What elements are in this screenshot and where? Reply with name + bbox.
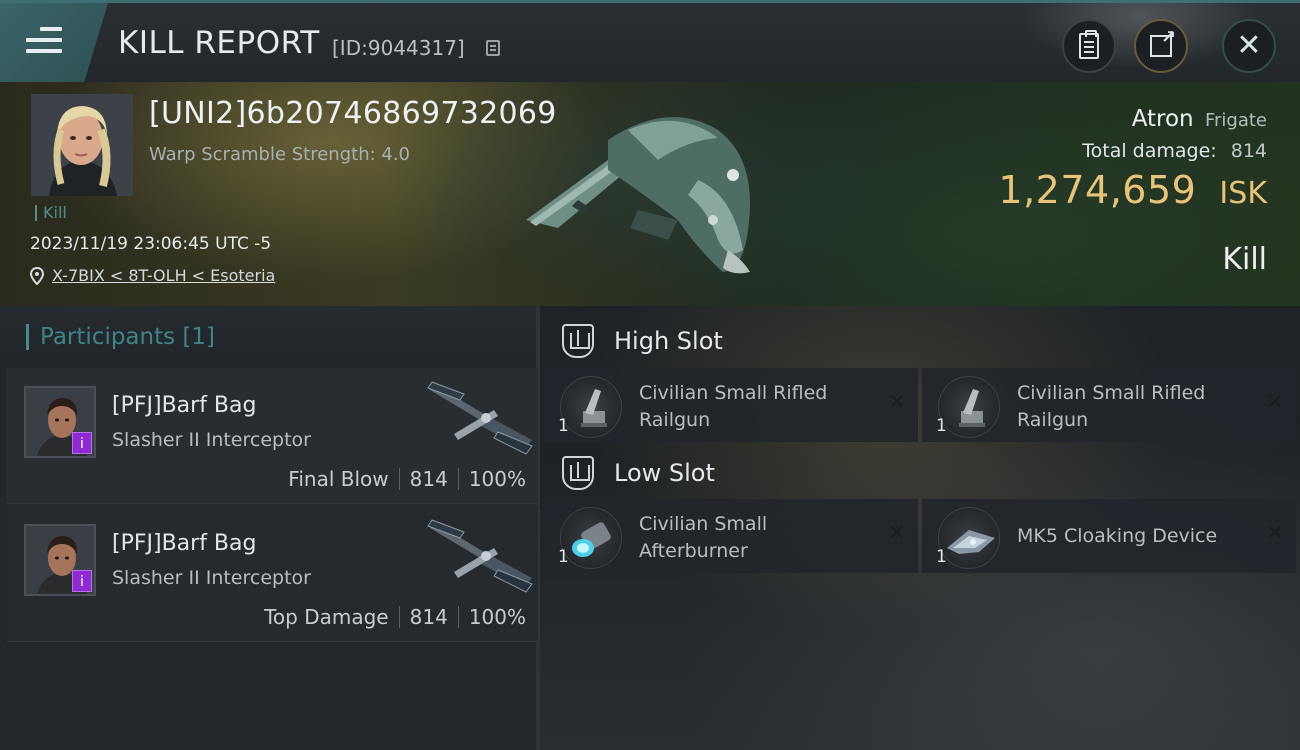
module-quantity: 1 [558, 547, 569, 567]
module-item[interactable]: 1 MK5 Cloaking Device ✕ [922, 499, 1296, 573]
module-item[interactable]: 1 Civilian Small Rifled Railgun ✕ [922, 368, 1296, 442]
high-slot-header: High Slot [544, 310, 1300, 372]
low-slot-label: Low Slot [614, 459, 715, 487]
victim-ship-class: Frigate [1204, 110, 1267, 131]
menu-button[interactable] [0, 3, 108, 82]
participant-stats: Final Blow 814 100% [288, 467, 526, 491]
participant-ship: Slasher II Interceptor [112, 429, 311, 451]
victim-ship-info: Atron Frigate Total damage: 814 1,274,65… [998, 106, 1267, 212]
close-icon: ✕ [1236, 28, 1262, 63]
close-button[interactable]: ✕ [1222, 19, 1276, 73]
total-damage-label: Total damage: [1082, 140, 1217, 162]
warp-scramble-strength: Warp Scramble Strength: 4.0 [149, 144, 411, 165]
copy-icon[interactable] [486, 40, 500, 56]
victim-name[interactable]: [UNI2]6b20746869732069 [149, 96, 557, 131]
low-slot-icon [562, 456, 594, 490]
kill-result: Kill [1222, 242, 1267, 277]
share-icon [1150, 27, 1176, 57]
participant-ship-image[interactable] [424, 512, 536, 596]
module-item[interactable]: 1 Civilian Small Afterburner ✕ [544, 499, 918, 573]
participant-ship-image[interactable] [424, 374, 536, 458]
low-slot-header: Low Slot [544, 442, 1300, 504]
total-damage-value: 814 [1230, 140, 1267, 162]
kill-datetime: 2023/11/19 23:06:45 UTC -5 [30, 234, 272, 254]
security-status-badge: i [72, 432, 92, 454]
module-quantity: 1 [558, 416, 569, 436]
railgun-icon [560, 376, 622, 438]
module-name: Civilian Small Rifled Railgun [1017, 382, 1206, 431]
participant-name[interactable]: [PFJ]Barf Bag [112, 393, 256, 418]
high-slot-label: High Slot [614, 327, 723, 355]
railgun-icon [938, 376, 1000, 438]
module-quantity: 1 [936, 416, 947, 436]
participants-header: Participants [1] [0, 306, 536, 368]
high-slot-icon [562, 324, 594, 358]
module-name: Civilian Small Rifled Railgun [639, 382, 828, 431]
page-title: KILL REPORT [118, 25, 320, 61]
participant-ship: Slasher II Interceptor [112, 567, 311, 589]
victim-avatar[interactable] [31, 94, 133, 196]
top-bar: KILL REPORT [ID:9044317] ✕ [0, 0, 1300, 82]
location-pin-icon [30, 266, 44, 285]
module-name: MK5 Cloaking Device [1017, 525, 1218, 547]
security-status-badge: i [72, 570, 92, 592]
module-item[interactable]: 1 Civilian Small Rifled Railgun ✕ [544, 368, 918, 442]
participant-percent: 100% [468, 467, 526, 491]
isk-unit: ISK [1219, 176, 1267, 211]
participants-title: Participants [1] [40, 324, 215, 350]
participant-name[interactable]: [PFJ]Barf Bag [112, 531, 256, 556]
kill-tag: Kill [35, 205, 67, 221]
victim-summary: [UNI2]6b20746869732069 Warp Scramble Str… [0, 82, 1300, 306]
hamburger-icon [26, 27, 62, 55]
destroyed-mark-icon: ✕ [887, 521, 906, 546]
participant-damage: 814 [409, 467, 448, 491]
victim-ship-name[interactable]: Atron [1132, 106, 1194, 132]
share-button[interactable] [1134, 19, 1188, 73]
participants-panel: Participants [1] i [PFJ]Barf Bag Slasher… [0, 306, 540, 750]
participant-row[interactable]: i [PFJ]Barf Bag Slasher II Interceptor F… [6, 368, 538, 504]
fitting-panel: High Slot 1 Civilian Small Rifled Railgu… [544, 306, 1300, 750]
participant-row[interactable]: i [PFJ]Barf Bag Slasher II Interceptor T… [6, 506, 538, 642]
report-id: [ID:9044317] [332, 36, 465, 60]
location-row: X-7BIX < 8T-OLH < Esoteria [30, 266, 275, 285]
participant-damage: 814 [409, 605, 448, 629]
clipboard-icon [1079, 30, 1099, 59]
participant-stats: Top Damage 814 100% [264, 605, 526, 629]
module-quantity: 1 [936, 547, 947, 567]
destroyed-mark-icon: ✕ [1265, 390, 1284, 415]
destroyed-mark-icon: ✕ [1265, 521, 1284, 546]
cloaking-device-icon [938, 507, 1000, 569]
afterburner-icon [560, 507, 622, 569]
location-link[interactable]: X-7BIX < 8T-OLH < Esoteria [52, 266, 275, 285]
clipboard-button[interactable] [1062, 19, 1116, 73]
participant-role: Final Blow [288, 467, 389, 491]
isk-value: 1,274,659 [998, 168, 1197, 212]
module-name: Civilian Small Afterburner [639, 513, 768, 562]
participant-percent: 100% [468, 605, 526, 629]
destroyed-mark-icon: ✕ [887, 390, 906, 415]
victim-ship-image[interactable] [518, 100, 778, 280]
participant-role: Top Damage [264, 605, 389, 629]
